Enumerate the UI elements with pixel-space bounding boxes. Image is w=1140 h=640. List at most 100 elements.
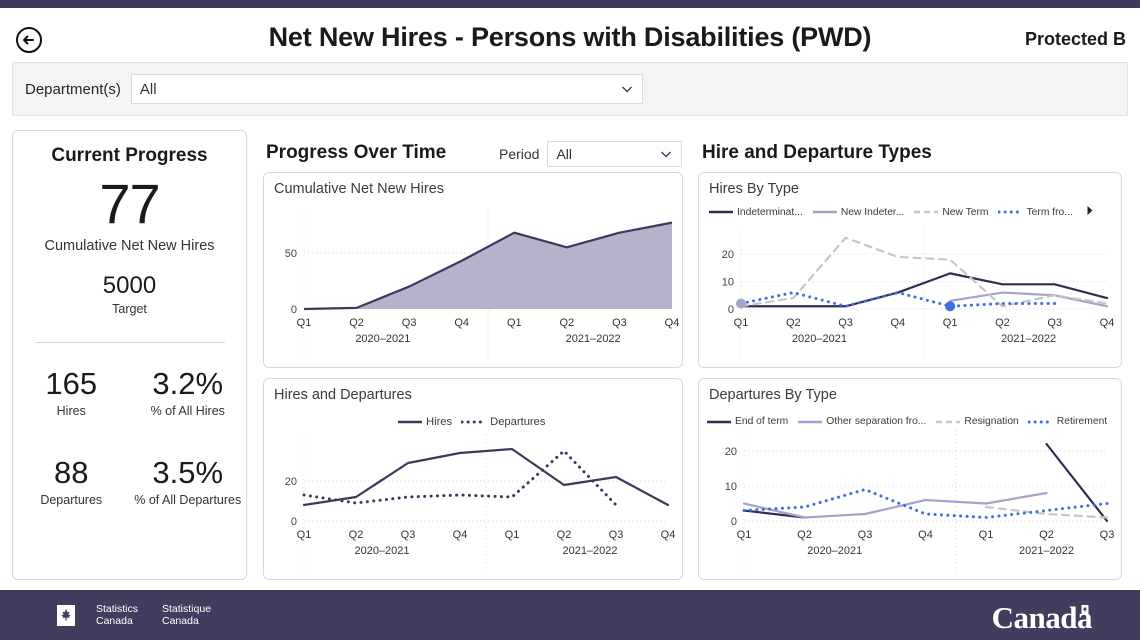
stat-label: Hires bbox=[56, 403, 86, 418]
period-select[interactable]: All bbox=[547, 141, 683, 167]
svg-text:2020–2021: 2020–2021 bbox=[792, 333, 847, 345]
svg-text:2020–2021: 2020–2021 bbox=[354, 545, 409, 557]
svg-text:10: 10 bbox=[722, 277, 734, 289]
canada-wordmark-flag-icon bbox=[1078, 601, 1092, 614]
legend-label: Hires bbox=[426, 416, 453, 428]
svg-text:2020–2021: 2020–2021 bbox=[355, 333, 410, 345]
top-accent-bar bbox=[0, 0, 1140, 8]
legend-item[interactable]: New Term bbox=[913, 206, 989, 218]
legend-label: New Term bbox=[942, 206, 989, 218]
hires-and-departures-plot: 0 20 Q1 Q2 Q3 Q4 Q1 Q2 Q3 Q4 2020–2021 2021–2022 bbox=[285, 435, 676, 573]
svg-text:Q4: Q4 bbox=[454, 317, 469, 329]
cumulative-net-new-hires-value: 77 bbox=[99, 172, 160, 235]
svg-text:Q2: Q2 bbox=[786, 317, 801, 329]
svg-text:Q1: Q1 bbox=[507, 317, 522, 329]
chevron-right-icon[interactable] bbox=[1086, 205, 1095, 219]
svg-text:Q2: Q2 bbox=[557, 529, 572, 541]
hires-by-type-chart-card[interactable]: Hires By Type 0 10 20 Q1 Q2 Q3 Q4 Q1 Q2 Q3 Q4 2020–… bbox=[698, 172, 1122, 368]
hires-by-type-legend: Indeterminat... New Indeter... New Term Ter… bbox=[708, 205, 1095, 219]
svg-text:Q2: Q2 bbox=[349, 317, 364, 329]
svg-text:Q1: Q1 bbox=[297, 317, 312, 329]
legend-swatch-dotted bbox=[997, 207, 1025, 217]
svg-text:Q4: Q4 bbox=[453, 529, 468, 541]
cumulative-net-new-hires-chart-card[interactable]: Cumulative Net New Hires 0 50 Q1 Q2 Q3 Q4 Q1 Q2… bbox=[263, 172, 683, 368]
svg-text:0: 0 bbox=[731, 516, 737, 528]
svg-text:Q3: Q3 bbox=[1047, 317, 1062, 329]
legend-swatch-solid bbox=[397, 417, 423, 427]
agency-en-line1: Statistics bbox=[96, 603, 139, 615]
progress-over-time-heading: Progress Over Time bbox=[266, 142, 447, 163]
department-select[interactable]: All bbox=[130, 74, 643, 104]
legend-item[interactable]: Departures bbox=[460, 416, 546, 428]
classification-label: Protected B bbox=[1024, 29, 1126, 49]
svg-text:2020–2021: 2020–2021 bbox=[807, 545, 862, 557]
legend-item[interactable]: End of term bbox=[706, 416, 788, 427]
departures-by-type-chart-card[interactable]: Departures By Type 0 10 20 Q1 Q2 Q3 Q4 Q1 Q2 Q3 20… bbox=[698, 378, 1122, 580]
legend-item[interactable]: Other separation fro... bbox=[797, 416, 926, 427]
stats-row-departures: 88 Departures 3.5% % of All Departures bbox=[13, 454, 246, 507]
svg-text:Q2: Q2 bbox=[349, 529, 364, 541]
agency-fr-line2: Canada bbox=[162, 614, 199, 627]
period-label: Period bbox=[499, 146, 540, 162]
canada-flag-icon bbox=[47, 605, 85, 626]
legend-swatch-dashed bbox=[913, 207, 939, 217]
departures-by-type-plot: 0 10 20 Q1 Q2 Q3 Q4 Q1 Q2 Q3 2020–2021 2021–2022 bbox=[725, 431, 1115, 573]
legend-swatch-solid bbox=[812, 207, 838, 217]
hires-and-departures-chart-card[interactable]: Hires and Departures 0 20 Q1 Q2 Q3 Q4 Q1 Q2 Q3 Q4… bbox=[263, 378, 683, 580]
legend-item[interactable]: Term fro... bbox=[997, 207, 1073, 218]
svg-text:Q3: Q3 bbox=[1100, 529, 1115, 541]
legend-item[interactable]: Retirement bbox=[1027, 416, 1107, 427]
legend-swatch-solid bbox=[706, 417, 732, 427]
legend-label: Resignation bbox=[964, 416, 1019, 427]
svg-text:2021–2022: 2021–2022 bbox=[562, 545, 617, 557]
svg-text:0: 0 bbox=[291, 516, 297, 528]
svg-text:Q1: Q1 bbox=[297, 529, 312, 541]
period-filter: Period All bbox=[499, 141, 683, 167]
chevron-down-icon bbox=[659, 147, 673, 161]
agency-fr-line1: Statistique bbox=[162, 603, 212, 615]
page-footer: Statistics Canada Statistique Canada Can… bbox=[0, 593, 1140, 640]
hires-and-departures-legend: Hires Departures bbox=[397, 416, 554, 428]
legend-swatch-dotted bbox=[1027, 417, 1055, 427]
svg-text:20: 20 bbox=[285, 476, 297, 488]
svg-text:Q2: Q2 bbox=[797, 529, 812, 541]
svg-text:Q3: Q3 bbox=[612, 317, 627, 329]
svg-text:50: 50 bbox=[285, 248, 297, 260]
legend-item[interactable]: Resignation bbox=[935, 416, 1019, 427]
svg-text:20: 20 bbox=[722, 249, 734, 261]
departures-by-type-legend: End of term Other separation fro... Resign… bbox=[706, 416, 1116, 427]
svg-text:Q1: Q1 bbox=[505, 529, 520, 541]
svg-text:Q1: Q1 bbox=[737, 529, 752, 541]
stat-pct-all-hires: 3.2% % of All Hires bbox=[130, 366, 247, 418]
svg-text:Q3: Q3 bbox=[609, 529, 624, 541]
legend-item[interactable]: New Indeter... bbox=[812, 206, 905, 218]
svg-text:Q4: Q4 bbox=[665, 317, 680, 329]
svg-text:Q1: Q1 bbox=[979, 529, 994, 541]
legend-swatch-solid bbox=[708, 207, 734, 217]
svg-text:Q2: Q2 bbox=[995, 317, 1010, 329]
legend-label: Departures bbox=[490, 416, 546, 428]
svg-text:Q4: Q4 bbox=[918, 529, 933, 541]
hires-by-type-plot: 0 10 20 Q1 Q2 Q3 Q4 Q1 Q2 Q3 Q4 2020–2021 2021–2022 bbox=[722, 229, 1115, 361]
svg-text:Q4: Q4 bbox=[1100, 317, 1115, 329]
department-label: Department(s) bbox=[25, 80, 121, 98]
svg-text:Q4: Q4 bbox=[661, 529, 676, 541]
svg-text:Q4: Q4 bbox=[891, 317, 906, 329]
divider bbox=[34, 341, 225, 343]
svg-text:2021–2022: 2021–2022 bbox=[566, 333, 621, 345]
agency-name-fr: Statistique Canada bbox=[162, 603, 212, 627]
cumulative-net-new-hires-plot: 0 50 Q1 Q2 Q3 Q4 Q1 Q2 Q3 Q4 2020–2021 2021–2022 bbox=[285, 211, 680, 361]
stat-value: 3.5% bbox=[152, 454, 224, 490]
svg-text:Q3: Q3 bbox=[838, 317, 853, 329]
legend-label: Indeterminat... bbox=[737, 206, 803, 218]
svg-text:Q3: Q3 bbox=[858, 529, 873, 541]
svg-text:2021–2022: 2021–2022 bbox=[1019, 545, 1074, 557]
svg-text:Q2: Q2 bbox=[1039, 529, 1054, 541]
svg-text:Q3: Q3 bbox=[401, 529, 416, 541]
stat-label: % of All Hires bbox=[150, 403, 225, 418]
legend-item[interactable]: Indeterminat... bbox=[708, 207, 803, 218]
svg-text:Q1: Q1 bbox=[734, 317, 749, 329]
legend-label: New Indeter... bbox=[840, 206, 905, 218]
svg-text:20: 20 bbox=[725, 446, 737, 458]
legend-item[interactable]: Hires bbox=[397, 416, 452, 428]
